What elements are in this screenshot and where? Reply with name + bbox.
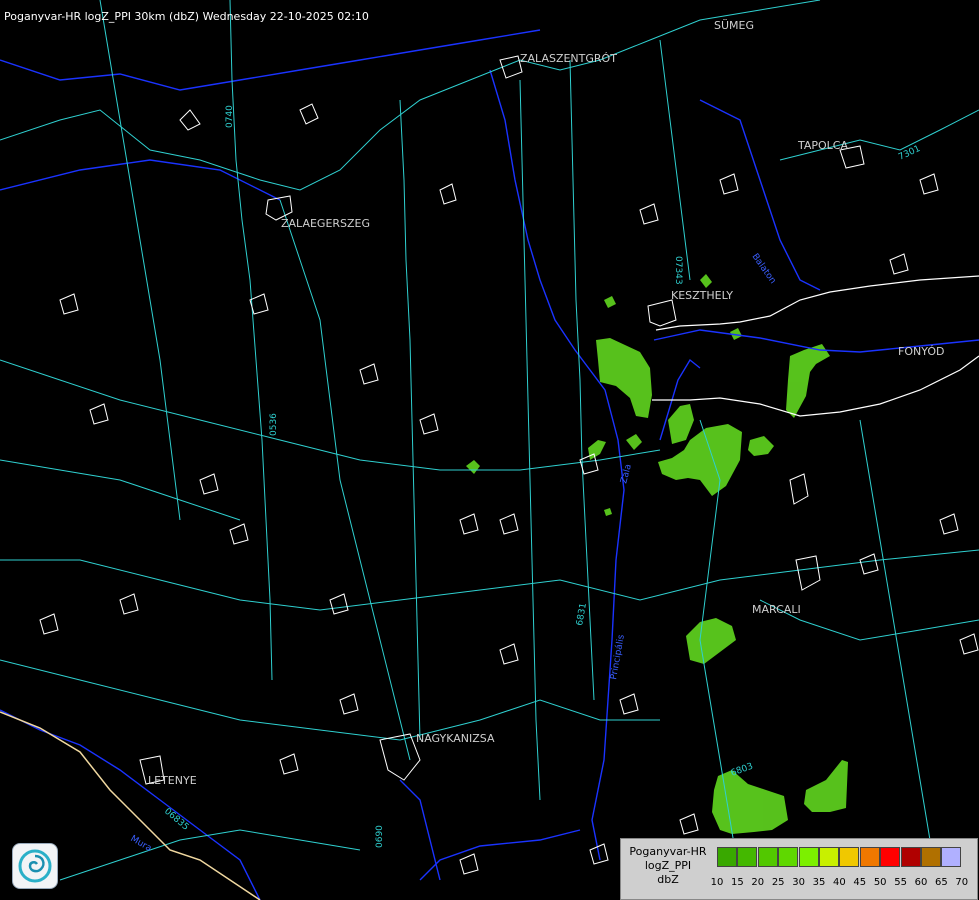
city-label-keszthely: KESZTHELY [671,289,734,302]
legend-swatch [798,847,819,867]
legend-label: 70 [955,877,969,888]
legend-label: 10 [710,877,724,888]
road-number-labels: 0740 07343 7301 0536 6831 6803 06835 069… [162,105,922,848]
legend-label: 15 [731,877,744,888]
road-number: 0740 [225,105,235,128]
map-title: Poganyvar-HR logZ_PPI 30km (dbZ) Wednesd… [4,10,369,23]
echo-marcali [686,618,736,664]
legend-swatch [941,847,962,867]
legend-label: 30 [792,877,805,888]
road-number: 6803 [730,762,755,779]
echo-east1 [748,436,774,456]
road-number: 7301 [897,144,922,163]
legend-label: 20 [751,877,765,888]
city-label-fonyod: FONYÓD [898,345,945,358]
legend-swatch [900,847,921,867]
legend-swatch [737,847,758,867]
echo-small3 [466,460,480,474]
legend-swatch [717,847,737,867]
echo-balaton-south [668,404,694,444]
legend-label: 25 [771,877,785,888]
echo-small6 [604,508,612,516]
settlements [39,55,979,875]
legend-swatch [859,847,880,867]
legend-product: logZ_PPI [644,859,692,872]
legend-title: Poganyvar-HR logZ_PPI dbZ [623,845,713,887]
radar-map: 0740 07343 7301 0536 6831 6803 06835 069… [0,0,979,900]
road-number: 6831 [575,602,589,626]
legend-swatch [819,847,839,867]
legend-swatch [839,847,860,867]
legend-label: 55 [894,877,907,888]
legend-swatch [778,847,799,867]
legend-unit: dbZ [657,873,679,886]
echo-small1 [626,434,642,450]
city-label-tapolca: TAPOLCA [798,139,849,152]
city-label-zalaszentgrot: ZALASZENTGRÓT [520,52,617,65]
road-number: 07343 [673,256,683,285]
roads [0,0,979,881]
city-label-nagykanizsa: NAGYKANIZSA [416,732,495,745]
city-label-zalaegerszeg: ZALAEGERSZEG [281,217,371,230]
weather-service-swirl-icon [12,843,58,889]
echo-fonyod [786,344,830,418]
legend-swatch [921,847,941,867]
legend-swatch [880,847,901,867]
legend-label: 50 [873,877,887,888]
radar-echoes [466,274,848,834]
road-number: 0690 [375,825,385,848]
river-name: Balaton [750,252,778,286]
legend-label: 65 [935,877,948,888]
legend-label: 40 [833,877,846,888]
echo-keszthely-west [596,338,652,418]
rivers [0,29,979,900]
river-name: Mura [129,834,154,854]
echo-small2 [588,440,606,460]
legend-swatch [757,847,778,867]
river-name-labels: Zala Balaton Principális Mura [129,252,778,854]
echo-small7 [700,274,712,288]
legend-label: 60 [914,877,928,888]
city-label-letenye: LETENYE [148,774,197,787]
dbz-legend: Poganyvar-HR logZ_PPI dbZ 10 15 20 25 30 35 40… [620,838,978,900]
legend-source: Poganyvar-HR [629,845,707,858]
legend-label: 35 [812,877,826,888]
echo-small4 [604,296,616,308]
city-label-marcali: MARCALI [752,603,801,616]
city-label-sumeg: SÜMEG [714,19,754,32]
road-number: 0536 [269,413,279,436]
legend-label: 45 [853,877,867,888]
echo-south2 [804,760,848,812]
